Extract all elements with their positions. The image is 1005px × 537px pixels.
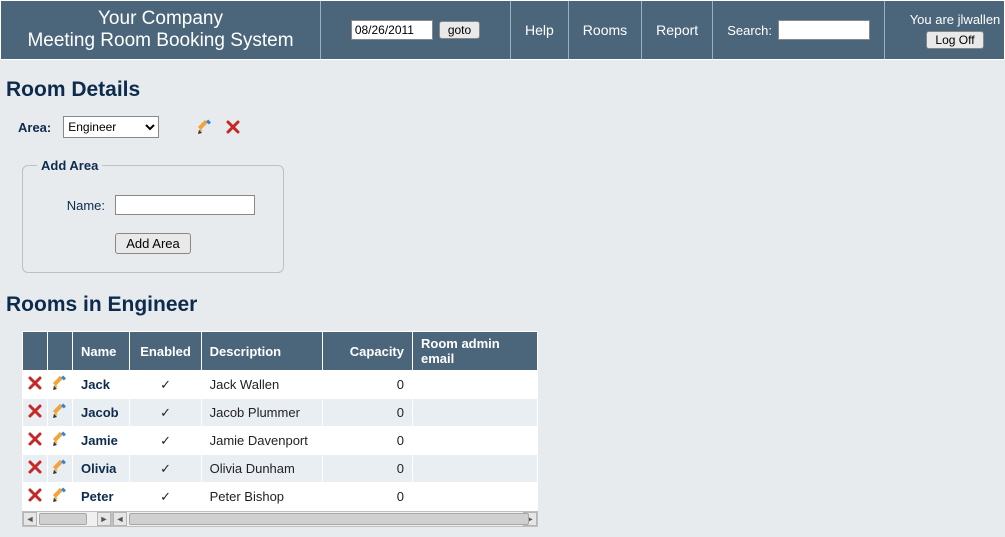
area-select[interactable]: Engineer <box>63 116 159 138</box>
table-row: Jack✓Jack Wallen0 <box>23 371 538 399</box>
table-row: Jamie✓Jamie Davenport0 <box>23 427 538 455</box>
add-area-button[interactable]: Add Area <box>115 233 191 254</box>
delete-room-icon[interactable] <box>27 375 43 391</box>
room-description: Olivia Dunham <box>201 455 322 483</box>
scrollbar-right[interactable]: ◄ ► <box>112 511 538 527</box>
rooms-table: Name Enabled Description Capacity Room a… <box>22 331 538 511</box>
content: Room Details Area: Engineer Add Area Nam… <box>0 60 1005 537</box>
col-admin-email[interactable]: Room admin email <box>413 332 538 371</box>
scrollbar-left[interactable]: ◄ ► <box>22 511 112 527</box>
delete-room-icon[interactable] <box>27 431 43 447</box>
app-header: Your Company Meeting Room Booking System… <box>0 0 1005 60</box>
rooms-table-wrap: Name Enabled Description Capacity Room a… <box>22 331 538 511</box>
room-description: Peter Bishop <box>201 483 322 511</box>
scroll-right-arrow-icon[interactable]: ► <box>97 512 111 526</box>
room-admin-email <box>413 455 538 483</box>
room-enabled: ✓ <box>130 371 201 399</box>
edit-room-icon[interactable] <box>52 403 68 419</box>
room-name[interactable]: Olivia <box>73 455 130 483</box>
edit-room-icon[interactable] <box>52 431 68 447</box>
company-name: Your Company <box>1 8 320 30</box>
room-capacity: 0 <box>323 399 413 427</box>
area-label: Area: <box>18 120 51 135</box>
delete-room-icon[interactable] <box>27 403 43 419</box>
search-input[interactable] <box>778 20 870 40</box>
col-capacity[interactable]: Capacity <box>323 332 413 371</box>
room-admin-email <box>413 483 538 511</box>
search-label: Search: <box>727 23 772 38</box>
table-scrollbars: ◄ ► ◄ ► <box>22 511 538 527</box>
delete-room-icon[interactable] <box>27 459 43 475</box>
room-admin-email <box>413 427 538 455</box>
room-admin-email <box>413 399 538 427</box>
edit-room-icon[interactable] <box>52 487 68 503</box>
add-area-name-row: Name: <box>55 195 269 215</box>
system-name: Meeting Room Booking System <box>1 30 320 52</box>
table-row: Peter✓Peter Bishop0 <box>23 483 538 511</box>
edit-room-icon[interactable] <box>52 375 68 391</box>
room-capacity: 0 <box>323 483 413 511</box>
nav-rooms[interactable]: Rooms <box>569 1 642 59</box>
logoff-button[interactable]: Log Off <box>926 31 983 49</box>
scroll-thumb[interactable] <box>39 513 87 525</box>
delete-area-icon[interactable] <box>225 119 241 135</box>
col-name[interactable]: Name <box>73 332 130 371</box>
user-cell: You are jlwallen Log Off <box>885 1 1005 59</box>
room-capacity: 0 <box>323 427 413 455</box>
nav-help[interactable]: Help <box>511 1 569 59</box>
add-area-name-input[interactable] <box>115 195 255 215</box>
col-edit <box>48 332 73 371</box>
room-description: Jack Wallen <box>201 371 322 399</box>
date-input[interactable] <box>351 20 433 40</box>
add-area-fieldset: Add Area Name: Add Area <box>22 158 284 273</box>
edit-room-icon[interactable] <box>52 459 68 475</box>
room-capacity: 0 <box>323 455 413 483</box>
col-enabled[interactable]: Enabled <box>130 332 201 371</box>
date-goto-cell: goto <box>321 1 511 59</box>
room-enabled: ✓ <box>130 483 201 511</box>
room-name[interactable]: Jacob <box>73 399 130 427</box>
add-area-name-label: Name: <box>55 198 105 213</box>
delete-room-icon[interactable] <box>27 487 43 503</box>
area-row: Area: Engineer <box>18 116 999 138</box>
scroll-left-arrow-icon[interactable]: ◄ <box>23 512 37 526</box>
nav-report[interactable]: Report <box>642 1 713 59</box>
room-name[interactable]: Jamie <box>73 427 130 455</box>
room-enabled: ✓ <box>130 427 201 455</box>
goto-button[interactable]: goto <box>439 21 480 39</box>
scroll-left-arrow-icon[interactable]: ◄ <box>113 512 127 526</box>
search-cell: Search: <box>713 1 885 59</box>
room-name[interactable]: Peter <box>73 483 130 511</box>
room-enabled: ✓ <box>130 455 201 483</box>
room-capacity: 0 <box>323 371 413 399</box>
brand-block: Your Company Meeting Room Booking System <box>1 1 321 59</box>
room-name[interactable]: Jack <box>73 371 130 399</box>
rooms-section-title: Rooms in Engineer <box>6 293 999 317</box>
col-description[interactable]: Description <box>201 332 322 371</box>
room-enabled: ✓ <box>130 399 201 427</box>
add-area-legend: Add Area <box>37 158 102 173</box>
scroll-thumb[interactable] <box>129 513 529 525</box>
room-admin-email <box>413 371 538 399</box>
edit-area-icon[interactable] <box>197 119 213 135</box>
user-text: You are jlwallen <box>910 12 1001 27</box>
room-description: Jamie Davenport <box>201 427 322 455</box>
table-row: Jacob✓Jacob Plummer0 <box>23 399 538 427</box>
table-row: Olivia✓Olivia Dunham0 <box>23 455 538 483</box>
room-description: Jacob Plummer <box>201 399 322 427</box>
col-delete <box>23 332 48 371</box>
room-details-title: Room Details <box>6 78 999 102</box>
